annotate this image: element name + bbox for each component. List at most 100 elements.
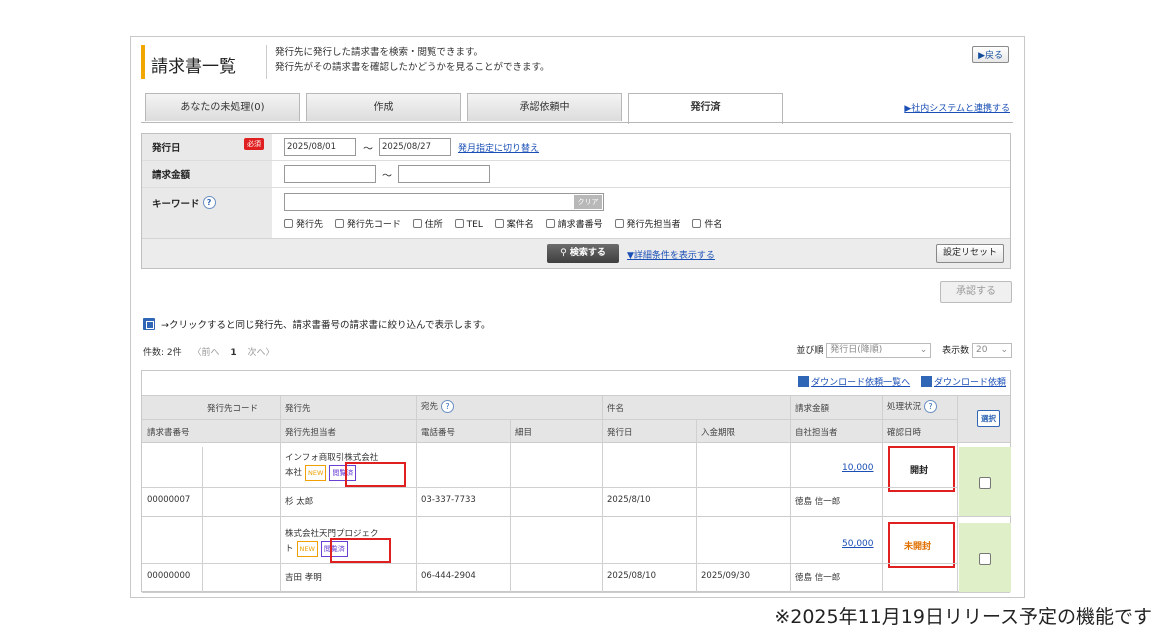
next-page-link[interactable]: 次へ〉 (248, 348, 275, 358)
display-count-value: 20 (976, 345, 988, 355)
description-line-2: 発行先がその請求書を確認したかどうかを見ることができます。 (275, 62, 550, 73)
date-from-input[interactable]: 2025/08/01 (284, 138, 356, 156)
highlight-box (345, 462, 406, 487)
sort-select[interactable]: 発行日(降順) ⌄ (826, 343, 932, 358)
header-divider (142, 419, 957, 420)
checkbox-subject[interactable]: 件名 (692, 219, 722, 230)
checkbox-issuer[interactable]: 発行先 (284, 219, 323, 230)
system-link[interactable]: ▶社内システムと連携する (904, 101, 1010, 114)
issue-date: 2025/8/10 (607, 495, 651, 505)
col-invoice-no: 請求書番号 (147, 428, 190, 438)
invoice-no: 00000007 (147, 495, 191, 505)
tab-unprocessed[interactable]: あなたの未処理(0) (145, 93, 300, 121)
keyword-label: キーワード ? (142, 188, 272, 238)
checkbox-label: 発行先コード (346, 220, 401, 230)
checkbox-box[interactable] (334, 219, 344, 228)
download-request-link[interactable]: ダウンロード依頼 (920, 376, 1006, 388)
tab-create[interactable]: 作成 (306, 93, 461, 121)
col-recipient-label: 宛先 (421, 402, 439, 412)
checkbox-box[interactable] (284, 219, 293, 228)
col-divider (202, 447, 203, 593)
checkbox-box[interactable] (692, 219, 702, 228)
chevron-down-icon: ⌄ (919, 345, 928, 355)
checkbox-box[interactable] (412, 219, 422, 228)
page-title: 請求書一覧 (151, 57, 236, 77)
new-badge: NEW (305, 465, 327, 481)
col-divider (957, 395, 958, 593)
col-divider (510, 419, 511, 593)
legend: →クリックすると同じ発行先、請求書番号の請求書に絞り込んで表示します。 (143, 317, 491, 331)
tab-approval-pending[interactable]: 承認依頼中 (467, 93, 622, 121)
table-row[interactable]: インフォ商取引株式会社 本社 NEW 閲覧済 10,000 開封 00000007 … (142, 446, 1011, 517)
row-checkbox[interactable] (979, 477, 991, 489)
checkbox-project[interactable]: 案件名 (494, 219, 534, 230)
col-subject: 件名 (607, 404, 625, 414)
download-request-label: ダウンロード依頼 (933, 378, 1006, 388)
issue-date: 2025/08/10 (607, 571, 656, 581)
status-text: 開封 (910, 466, 929, 476)
amount-link[interactable]: 10,000 (842, 463, 874, 473)
help-icon[interactable]: ? (441, 400, 455, 413)
issue-date-label-text: 発行日 (152, 143, 181, 154)
checkbox-address[interactable]: 住所 (412, 219, 443, 230)
detail-conditions-link[interactable]: ▼詳細条件を表示する (627, 248, 715, 261)
col-divider (280, 395, 281, 593)
month-switch-link[interactable]: 発月指定に切り替え (458, 141, 539, 154)
help-icon[interactable]: ? (924, 400, 938, 413)
col-divider (696, 419, 697, 593)
table-header: 発行先コード 発行先 宛先? 件名 請求金額 処理状況? 請求書番号 発行先担当… (142, 395, 1010, 443)
checkbox-label: 住所 (424, 220, 443, 230)
help-icon[interactable]: ? (202, 196, 216, 209)
keyword-clear-button[interactable]: クリア (574, 195, 602, 209)
phone: 06-444-2904 (421, 571, 476, 581)
amount-tilde: 〜 (382, 171, 392, 182)
amount-to-input[interactable] (398, 165, 490, 183)
col-divider (416, 395, 417, 593)
owner: 徳島 信一郎 (795, 573, 841, 583)
keyword-input[interactable] (284, 193, 604, 211)
checkbox-box[interactable] (614, 219, 624, 228)
amount-row: 請求金額 〜 (142, 161, 1010, 188)
amount-from-input[interactable] (284, 165, 376, 183)
row-checkbox[interactable] (979, 553, 991, 565)
checkbox-box[interactable] (545, 219, 555, 228)
back-button[interactable]: ▶戻る (972, 46, 1009, 63)
approve-button[interactable]: 承認する (940, 281, 1012, 303)
table-row[interactable]: 株式会社天門プロジェク ト NEW 閲覧済 50,000 未開封 00000000 … (142, 522, 1011, 593)
checkbox-box[interactable] (494, 219, 504, 228)
checkbox-box[interactable] (454, 219, 464, 228)
checkbox-issuer-code[interactable]: 発行先コード (334, 219, 401, 230)
col-confirmed-at: 確認日時 (887, 428, 922, 438)
phone: 03-337-7733 (421, 495, 476, 505)
col-amount: 請求金額 (795, 404, 830, 414)
search-button-label: 検索する (569, 248, 606, 258)
keyword-scope-checkboxes: 発行先 発行先コード 住所 TEL 案件名 請求書番号 発行先担当者 件名 (284, 217, 731, 230)
row-divider (142, 563, 957, 564)
filter-icon (143, 318, 155, 330)
date-to-input[interactable]: 2025/08/27 (379, 138, 451, 156)
issuer-contact: 吉田 孝明 (285, 573, 322, 583)
sort-label: 並び順 (796, 346, 824, 356)
download-list-link[interactable]: ダウンロード依頼一覧へ (798, 376, 910, 388)
amount-link[interactable]: 50,000 (842, 539, 874, 549)
reset-button[interactable]: 設定リセット (935, 244, 1004, 263)
checkbox-invoice-no[interactable]: 請求書番号 (545, 219, 603, 230)
page-description: 発行先に発行した請求書を検索・閲覧できます。 発行先がその請求書を確認したかどう… (266, 45, 550, 79)
checkbox-tel[interactable]: TEL (454, 219, 483, 230)
tab-issued[interactable]: 発行済 (628, 93, 783, 124)
checkbox-issuer-contact[interactable]: 発行先担当者 (614, 219, 681, 230)
issuer-branch: ト (285, 544, 294, 554)
search-footer: ⚲ 検索する ▼詳細条件を表示する 設定リセット (142, 238, 1010, 268)
prev-page-link[interactable]: 〈前へ (193, 348, 220, 358)
select-all-button[interactable]: 選択 (977, 410, 1000, 427)
invoice-list-panel: 請求書一覧 発行先に発行した請求書を検索・閲覧できます。 発行先がその請求書を確… (130, 36, 1025, 598)
search-button[interactable]: ⚲ 検索する (547, 244, 619, 263)
display-count-select[interactable]: 20 ⌄ (972, 343, 1012, 358)
sort-bar: 並び順 発行日(降順) ⌄ 表示数 20 ⌄ (796, 343, 1012, 358)
result-count: 件数: 2件 (143, 348, 182, 358)
checkbox-label: 発行先担当者 (626, 220, 681, 230)
description-line-1: 発行先に発行した請求書を検索・閲覧できます。 (275, 47, 484, 58)
col-issuer-contact: 発行先担当者 (285, 428, 337, 438)
list-icon (798, 376, 810, 387)
download-icon (920, 376, 932, 387)
